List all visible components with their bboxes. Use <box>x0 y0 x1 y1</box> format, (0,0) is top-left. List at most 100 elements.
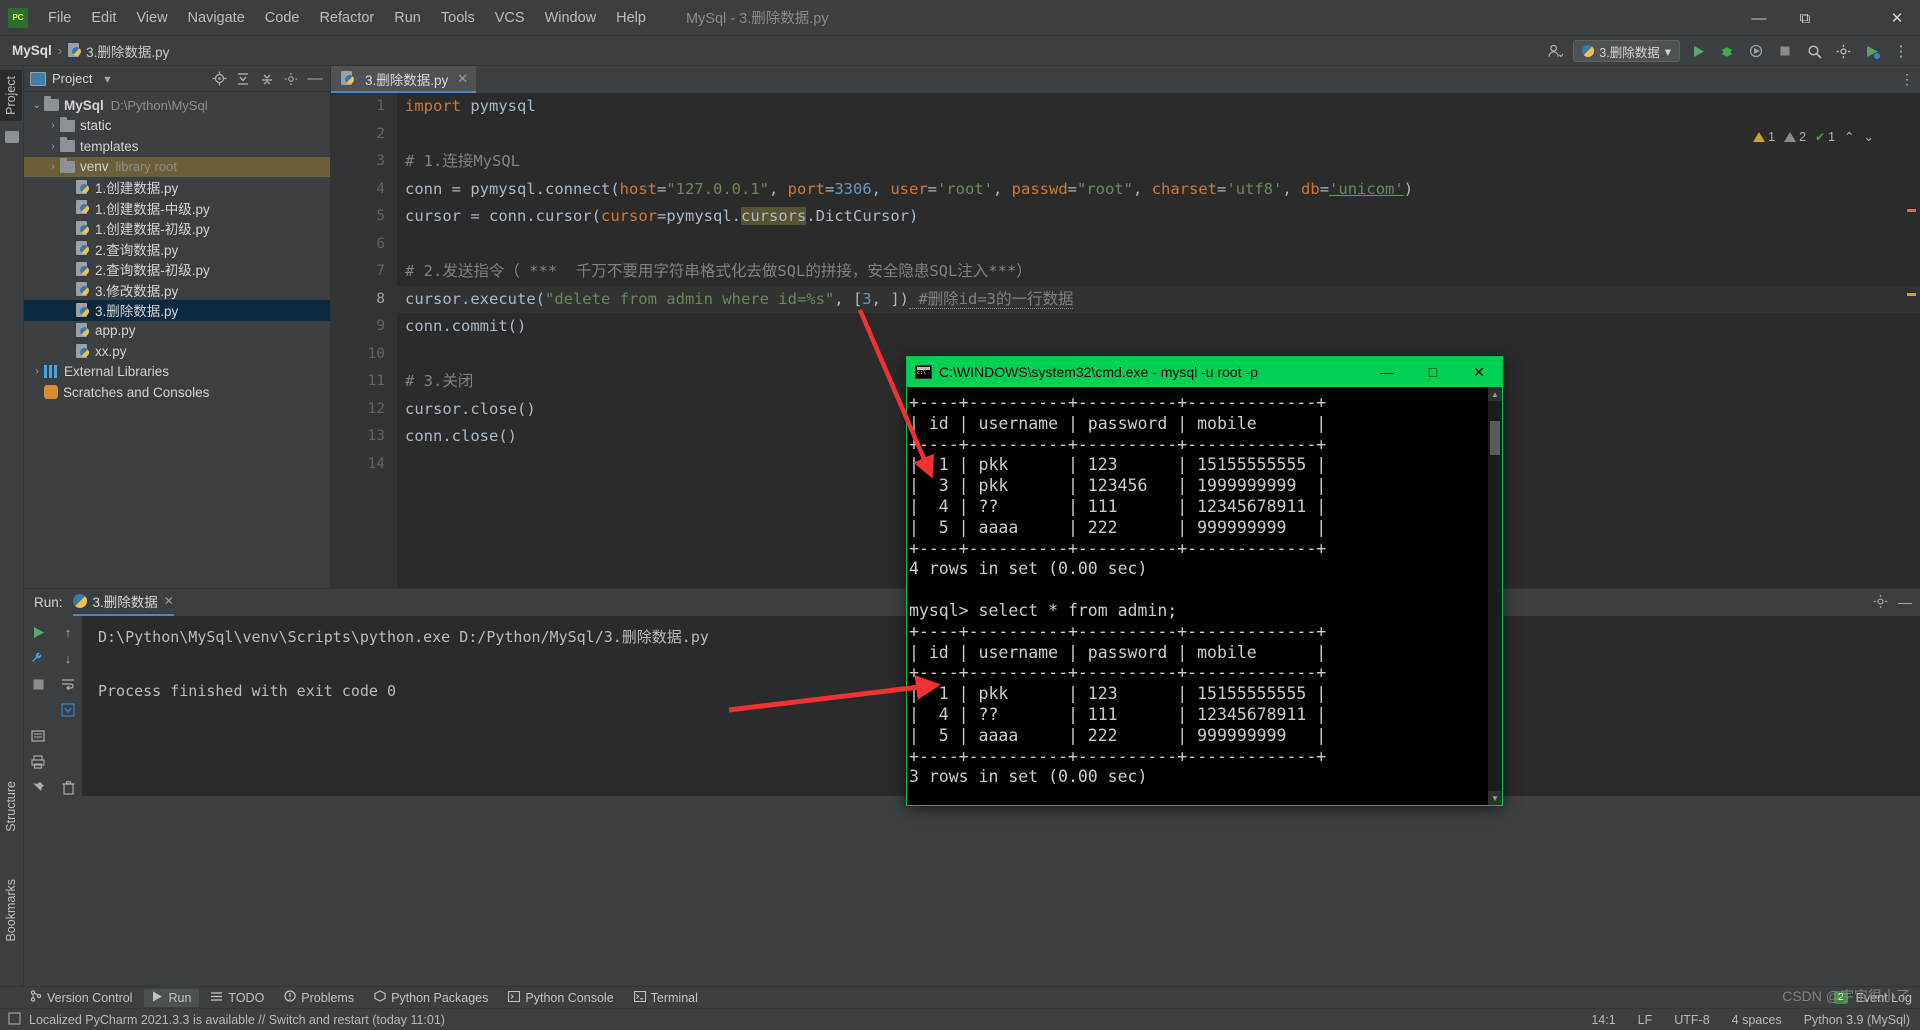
code-line[interactable]: # 1.连接MySQL <box>397 148 1920 176</box>
menu-vcs[interactable]: VCS <box>485 6 535 30</box>
tree-item-6[interactable]: 1.创建数据-初级.py <box>24 218 330 239</box>
run-tab[interactable]: 3.删除数据 ✕ <box>72 590 174 616</box>
scroll-down-icon[interactable]: ▼ <box>1488 791 1502 805</box>
code-line[interactable]: # 2.发送指令（ *** 千万不要用字符串格式化去做SQL的拼接，安全隐患SQ… <box>397 258 1920 286</box>
menu-view[interactable]: View <box>126 6 177 30</box>
pin-icon[interactable] <box>26 776 50 800</box>
status-message[interactable]: Localized PyCharm 2021.3.3 is available … <box>29 1013 445 1027</box>
soft-wrap-icon[interactable] <box>56 672 80 696</box>
menu-window[interactable]: Window <box>535 6 607 30</box>
cmd-close-button[interactable]: ✕ <box>1456 357 1502 387</box>
code-line[interactable]: conn.commit() <box>397 313 1920 341</box>
bottom-bar-item-version-control[interactable]: Version Control <box>22 988 140 1007</box>
rerun-icon[interactable] <box>26 620 50 644</box>
bottom-bar-item-todo[interactable]: TODO <box>203 989 272 1007</box>
chevron-icon[interactable]: › <box>46 161 60 172</box>
code-line[interactable]: cursor = conn.cursor(cursor=pymysql.curs… <box>397 203 1920 231</box>
gear-icon[interactable] <box>1832 40 1854 62</box>
run-with-coverage-button[interactable] <box>1745 40 1767 62</box>
gear-icon[interactable] <box>1873 594 1888 612</box>
stop-icon[interactable] <box>26 672 50 696</box>
window-maximize-button[interactable]: ⧉ <box>1782 0 1828 36</box>
code-line[interactable] <box>397 231 1920 259</box>
indent-setting[interactable]: 4 spaces <box>1732 1013 1782 1027</box>
breadcrumb-file[interactable]: 3.删除数据.py <box>86 41 169 61</box>
code-line[interactable]: import pymysql <box>397 93 1920 121</box>
user-icon[interactable] <box>1544 40 1566 62</box>
print-icon[interactable] <box>26 750 50 774</box>
tree-item-13[interactable]: › External Libraries <box>24 362 330 383</box>
menu-help[interactable]: Help <box>606 6 656 30</box>
hide-panel-icon[interactable]: — <box>1898 594 1912 612</box>
tree-item-9[interactable]: 3.修改数据.py <box>24 280 330 301</box>
close-icon[interactable]: ✕ <box>164 594 174 608</box>
tree-item-12[interactable]: xx.py <box>24 341 330 362</box>
sidebar-tab-bookmarks[interactable]: Bookmarks <box>0 873 22 948</box>
tree-item-10[interactable]: 3.删除数据.py <box>24 300 330 321</box>
cmd-window[interactable]: C:\WINDOWS\system32\cmd.exe - mysql -u r… <box>906 356 1503 806</box>
hide-panel-icon[interactable]: — <box>306 70 324 88</box>
cmd-minimize-button[interactable]: — <box>1364 357 1410 387</box>
close-icon[interactable]: ✕ <box>457 71 468 87</box>
checkmark-count[interactable]: ✔ 1 <box>1815 130 1835 144</box>
scrollbar-thumb[interactable] <box>1490 421 1500 455</box>
up-arrow-icon[interactable]: ↑ <box>56 620 80 644</box>
sidebar-tab-project[interactable]: Project <box>0 70 22 121</box>
bottom-bar-item-python-console[interactable]: Python Console <box>500 989 621 1007</box>
next-problem-icon[interactable]: ⌄ <box>1864 129 1874 144</box>
chevron-down-icon[interactable]: ▾ <box>98 70 116 88</box>
menu-file[interactable]: File <box>38 6 81 30</box>
scroll-to-end-icon[interactable] <box>56 698 80 722</box>
list-icon[interactable] <box>26 724 50 748</box>
tree-item-2[interactable]: › templates <box>24 136 330 157</box>
line-separator[interactable]: LF <box>1638 1013 1653 1027</box>
menu-tools[interactable]: Tools <box>431 6 485 30</box>
cmd-maximize-button[interactable]: □ <box>1410 357 1456 387</box>
run-button[interactable] <box>1687 40 1709 62</box>
prev-problem-icon[interactable]: ⌃ <box>1844 129 1854 144</box>
chevron-icon[interactable]: › <box>46 141 60 152</box>
inspection-widget[interactable]: 1 2 ✔ 1 ⌃ ⌄ <box>1753 129 1874 144</box>
scroll-up-icon[interactable]: ▲ <box>1488 387 1502 401</box>
file-encoding[interactable]: UTF-8 <box>1674 1013 1709 1027</box>
updates-icon[interactable] <box>1861 40 1883 62</box>
chevron-icon[interactable]: ⌄ <box>30 100 44 111</box>
code-line[interactable] <box>397 121 1920 149</box>
tree-item-0[interactable]: ⌄ MySql D:\Python\MySql <box>24 95 330 116</box>
bottom-bar-item-run[interactable]: Run <box>144 988 200 1007</box>
menu-edit[interactable]: Edit <box>81 6 126 30</box>
run-configuration-selector[interactable]: 3.删除数据 ▾ <box>1573 40 1680 62</box>
sidebar-tab-structure[interactable]: Structure <box>0 775 22 838</box>
chevron-icon[interactable]: › <box>30 366 44 377</box>
code-line[interactable]: cursor.execute("delete from admin where … <box>397 285 1920 313</box>
chevron-icon[interactable]: › <box>46 120 60 131</box>
expand-all-icon[interactable] <box>234 70 252 88</box>
debug-button[interactable] <box>1716 40 1738 62</box>
search-icon[interactable] <box>1803 40 1825 62</box>
window-close-button[interactable]: ✕ <box>1874 0 1920 36</box>
locate-file-icon[interactable] <box>210 70 228 88</box>
project-settings-icon[interactable] <box>282 70 300 88</box>
down-arrow-icon[interactable]: ↓ <box>56 646 80 670</box>
caret-position[interactable]: 14:1 <box>1591 1013 1615 1027</box>
editor-tab-active[interactable]: 3.删除数据.py ✕ <box>331 66 477 93</box>
window-minimize-button[interactable]: — <box>1736 0 1782 36</box>
settings-wrench-icon[interactable] <box>26 646 50 670</box>
tree-item-1[interactable]: › static <box>24 116 330 137</box>
bottom-bar-item-problems[interactable]: Problems <box>276 988 362 1007</box>
stop-button[interactable] <box>1774 40 1796 62</box>
trash-icon[interactable] <box>56 776 80 800</box>
tree-item-11[interactable]: app.py <box>24 321 330 342</box>
code-line[interactable]: conn = pymysql.connect(host="127.0.0.1",… <box>397 176 1920 204</box>
tree-item-4[interactable]: 1.创建数据.py <box>24 177 330 198</box>
tree-item-3[interactable]: › venv library root <box>24 156 330 177</box>
cmd-scrollbar[interactable]: ▲ ▼ <box>1488 387 1502 805</box>
weak-warning-count[interactable]: 2 <box>1784 130 1806 144</box>
tree-item-7[interactable]: 2.查询数据.py <box>24 239 330 260</box>
menu-navigate[interactable]: Navigate <box>178 6 255 30</box>
menu-run[interactable]: Run <box>384 6 431 30</box>
warning-count[interactable]: 1 <box>1753 130 1775 144</box>
tree-item-8[interactable]: 2.查询数据-初级.py <box>24 259 330 280</box>
tree-item-14[interactable]: Scratches and Consoles <box>24 382 330 403</box>
tree-item-5[interactable]: 1.创建数据-中级.py <box>24 198 330 219</box>
